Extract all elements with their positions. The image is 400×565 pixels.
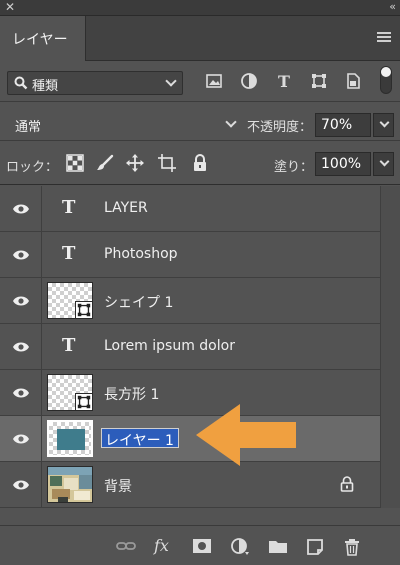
- layer-name: Photoshop: [104, 246, 178, 262]
- chevron-down-icon: [379, 117, 390, 128]
- eye-icon: [13, 204, 29, 214]
- blend-mode-label: 通常: [15, 120, 42, 135]
- filter-row: 種類: [0, 62, 400, 102]
- layer-row-selected[interactable]: レイヤー 1: [0, 416, 380, 462]
- filter-toggle[interactable]: [380, 66, 392, 94]
- tab-strip: レイヤー: [0, 16, 400, 61]
- opacity-dropdown[interactable]: [373, 113, 394, 137]
- visibility-toggle[interactable]: [0, 278, 42, 323]
- search-icon: [14, 76, 28, 90]
- photo-image: [48, 467, 92, 502]
- collapse-icon[interactable]: ‹‹: [389, 0, 396, 14]
- layer-content-swatch: [57, 429, 85, 450]
- shape-layer-icon: [75, 393, 93, 411]
- visibility-toggle[interactable]: [0, 462, 42, 507]
- layer-row[interactable]: 長方形 1: [0, 370, 380, 416]
- opacity-value: 70%: [321, 117, 353, 133]
- visibility-toggle[interactable]: [0, 416, 42, 461]
- layer-row[interactable]: T Photoshop: [0, 232, 380, 278]
- layer-name-input[interactable]: レイヤー 1: [101, 428, 179, 449]
- eye-icon: [13, 250, 29, 260]
- tab-layers[interactable]: レイヤー: [0, 16, 86, 61]
- lock-row: ロック： 塗り： 100%: [0, 142, 400, 185]
- layer-list: T LAYER T Photoshop シェイプ 1 T Lorem ipsum…: [0, 186, 380, 508]
- panel-menu-icon[interactable]: [377, 32, 391, 43]
- blend-mode-select[interactable]: 通常: [7, 113, 243, 137]
- lock-all-icon[interactable]: [191, 154, 209, 172]
- visibility-toggle[interactable]: [0, 186, 42, 231]
- layer-name: LAYER: [104, 200, 148, 216]
- fx-icon[interactable]: fx: [154, 536, 169, 555]
- visibility-toggle[interactable]: [0, 324, 42, 369]
- layer-name: Lorem ipsum dolor: [104, 338, 235, 354]
- shape-layer-icon: [75, 301, 93, 319]
- type-layer-icon: T: [62, 335, 76, 356]
- layer-thumbnail: [47, 420, 93, 457]
- trash-icon[interactable]: [344, 538, 360, 556]
- adjustment-layer-icon[interactable]: [230, 538, 250, 556]
- type-icon[interactable]: T: [275, 72, 293, 90]
- group-folder-icon[interactable]: [268, 538, 288, 554]
- layers-panel: ✕ ‹‹ レイヤー 種類 T 通常 不透明度： 70% ロック： 塗り： 100…: [0, 0, 400, 565]
- link-icon[interactable]: [116, 538, 136, 554]
- fill-field[interactable]: 100%: [315, 152, 371, 176]
- opacity-field[interactable]: 70%: [315, 113, 371, 137]
- type-layer-icon: T: [62, 243, 76, 264]
- lock-paint-icon[interactable]: [96, 154, 114, 172]
- blend-row: 通常 不透明度： 70%: [0, 103, 400, 141]
- close-icon[interactable]: ✕: [5, 0, 15, 14]
- image-icon[interactable]: [205, 72, 223, 90]
- fill-dropdown[interactable]: [373, 152, 394, 176]
- layer-row[interactable]: 背景: [0, 462, 380, 508]
- eye-icon: [13, 388, 29, 398]
- eye-icon: [13, 296, 29, 306]
- lock-artboard-icon[interactable]: [158, 154, 176, 172]
- panel-titlebar: ✕ ‹‹: [0, 0, 400, 16]
- opacity-label: 不透明度：: [247, 120, 313, 135]
- eye-icon: [13, 480, 29, 490]
- fill-label: 塗り：: [274, 160, 314, 175]
- layer-name: シェイプ 1: [104, 295, 174, 311]
- lock-position-icon[interactable]: [126, 154, 144, 172]
- layer-name: 長方形 1: [104, 387, 160, 403]
- layer-name: 背景: [104, 479, 132, 495]
- chevron-down-icon: [225, 116, 237, 128]
- layer-row[interactable]: T LAYER: [0, 186, 380, 232]
- visibility-toggle[interactable]: [0, 370, 42, 415]
- type-layer-icon: T: [62, 197, 76, 218]
- lock-label: ロック：: [6, 160, 59, 175]
- chevron-down-icon: [379, 156, 390, 167]
- svg-text:T: T: [278, 72, 290, 90]
- new-layer-icon[interactable]: [306, 538, 324, 556]
- background-thumbnail: [47, 466, 93, 503]
- shape-icon[interactable]: [310, 72, 328, 90]
- fill-value: 100%: [321, 156, 362, 172]
- bottom-toolbar: fx: [0, 525, 400, 565]
- callout-arrow-icon: [196, 404, 296, 466]
- layer-list-scrollbar[interactable]: [380, 186, 400, 508]
- adjustment-icon[interactable]: [240, 72, 258, 90]
- layer-thumbnail: [47, 282, 93, 319]
- layer-row[interactable]: シェイプ 1: [0, 278, 380, 324]
- visibility-toggle[interactable]: [0, 232, 42, 277]
- lock-icon: [340, 476, 354, 492]
- smart-object-icon[interactable]: [344, 72, 362, 90]
- eye-icon: [13, 342, 29, 352]
- filter-kind-label: 種類: [32, 79, 59, 94]
- filter-kind-select[interactable]: 種類: [7, 71, 183, 95]
- eye-icon: [13, 434, 29, 444]
- lock-transparent-icon[interactable]: [66, 154, 84, 172]
- mask-icon[interactable]: [192, 538, 212, 554]
- layer-thumbnail: [47, 374, 93, 411]
- chevron-down-icon: [165, 75, 177, 87]
- layer-row[interactable]: T Lorem ipsum dolor: [0, 324, 380, 370]
